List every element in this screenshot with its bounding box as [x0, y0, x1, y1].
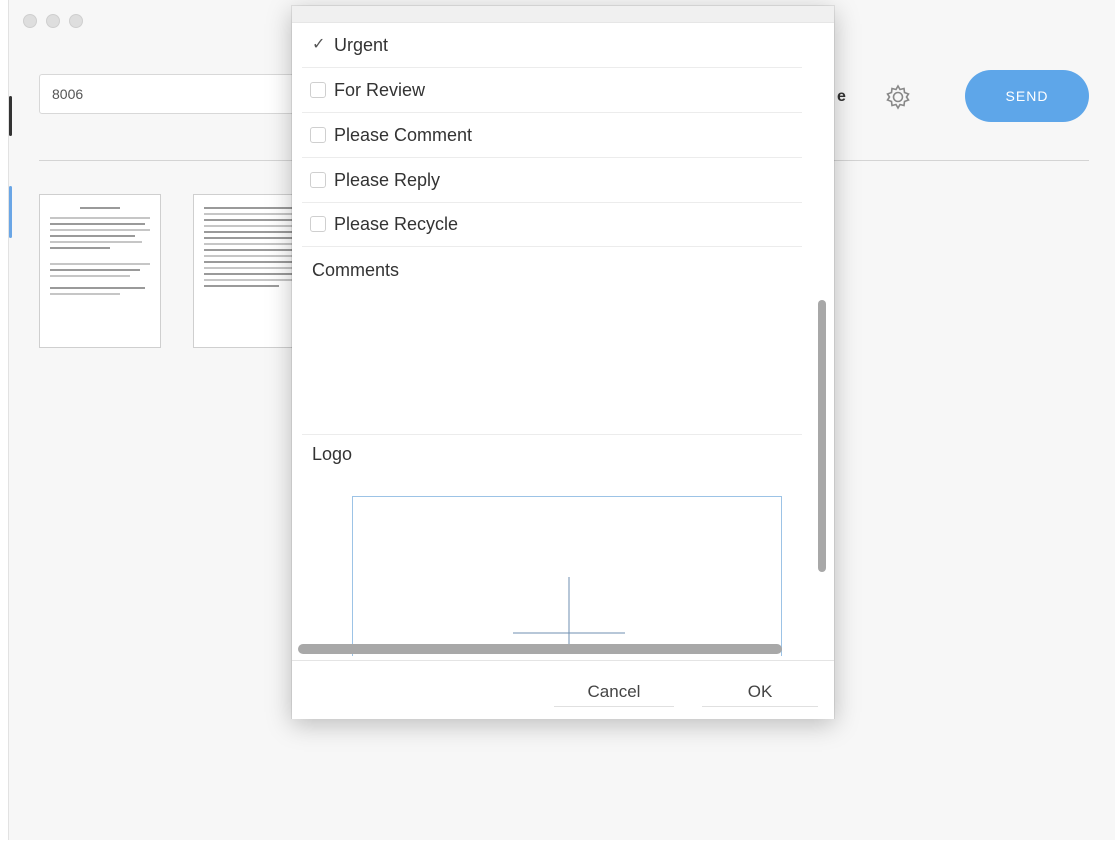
- window-controls: [23, 14, 83, 28]
- logo-drop-area[interactable]: [352, 496, 782, 656]
- send-button[interactable]: SEND: [965, 70, 1089, 122]
- ok-button[interactable]: OK: [702, 677, 818, 707]
- minimize-window-button[interactable]: [46, 14, 60, 28]
- option-label: Please Recycle: [334, 213, 459, 234]
- page-thumbnail[interactable]: [39, 194, 161, 348]
- partially-hidden-label: e: [837, 88, 846, 105]
- option-label: Urgent: [334, 34, 389, 55]
- checkbox[interactable]: [310, 216, 326, 232]
- horizontal-scroll-thumb[interactable]: [298, 644, 782, 654]
- comments-heading: Comments: [312, 260, 400, 280]
- logo-heading: Logo: [312, 444, 353, 464]
- option-please-recycle[interactable]: Please Recycle: [302, 202, 802, 247]
- vertical-scrollbar[interactable]: [814, 286, 828, 646]
- checkbox[interactable]: [310, 82, 326, 98]
- cancel-button[interactable]: Cancel: [554, 677, 674, 707]
- comments-field[interactable]: [302, 296, 802, 435]
- close-window-button[interactable]: [23, 14, 37, 28]
- left-edge-marker: [9, 186, 12, 238]
- option-for-review[interactable]: For Review: [302, 68, 802, 113]
- vertical-scroll-thumb[interactable]: [818, 300, 826, 572]
- checkmark-icon: ✓: [312, 36, 326, 53]
- gear-icon[interactable]: [883, 82, 913, 112]
- left-edge-marker: [9, 96, 12, 136]
- checkbox[interactable]: [310, 127, 326, 143]
- checkbox[interactable]: [310, 172, 326, 188]
- option-label: Please Comment: [334, 124, 473, 145]
- zoom-window-button[interactable]: [69, 14, 83, 28]
- option-urgent[interactable]: ✓ Urgent: [302, 23, 802, 68]
- option-please-comment[interactable]: Please Comment: [302, 113, 802, 158]
- logo-crosshair-icon: [513, 577, 625, 645]
- checkbox-checked[interactable]: ✓: [310, 36, 326, 53]
- option-label: For Review: [334, 79, 426, 100]
- cover-page-options-dialog: ✓ Urgent For Review Please Comment Pleas…: [292, 6, 834, 719]
- dialog-footer: Cancel OK: [292, 660, 834, 719]
- dialog-title-bar: [292, 6, 834, 23]
- option-label: Please Reply: [334, 169, 441, 190]
- option-please-reply[interactable]: Please Reply: [302, 158, 802, 203]
